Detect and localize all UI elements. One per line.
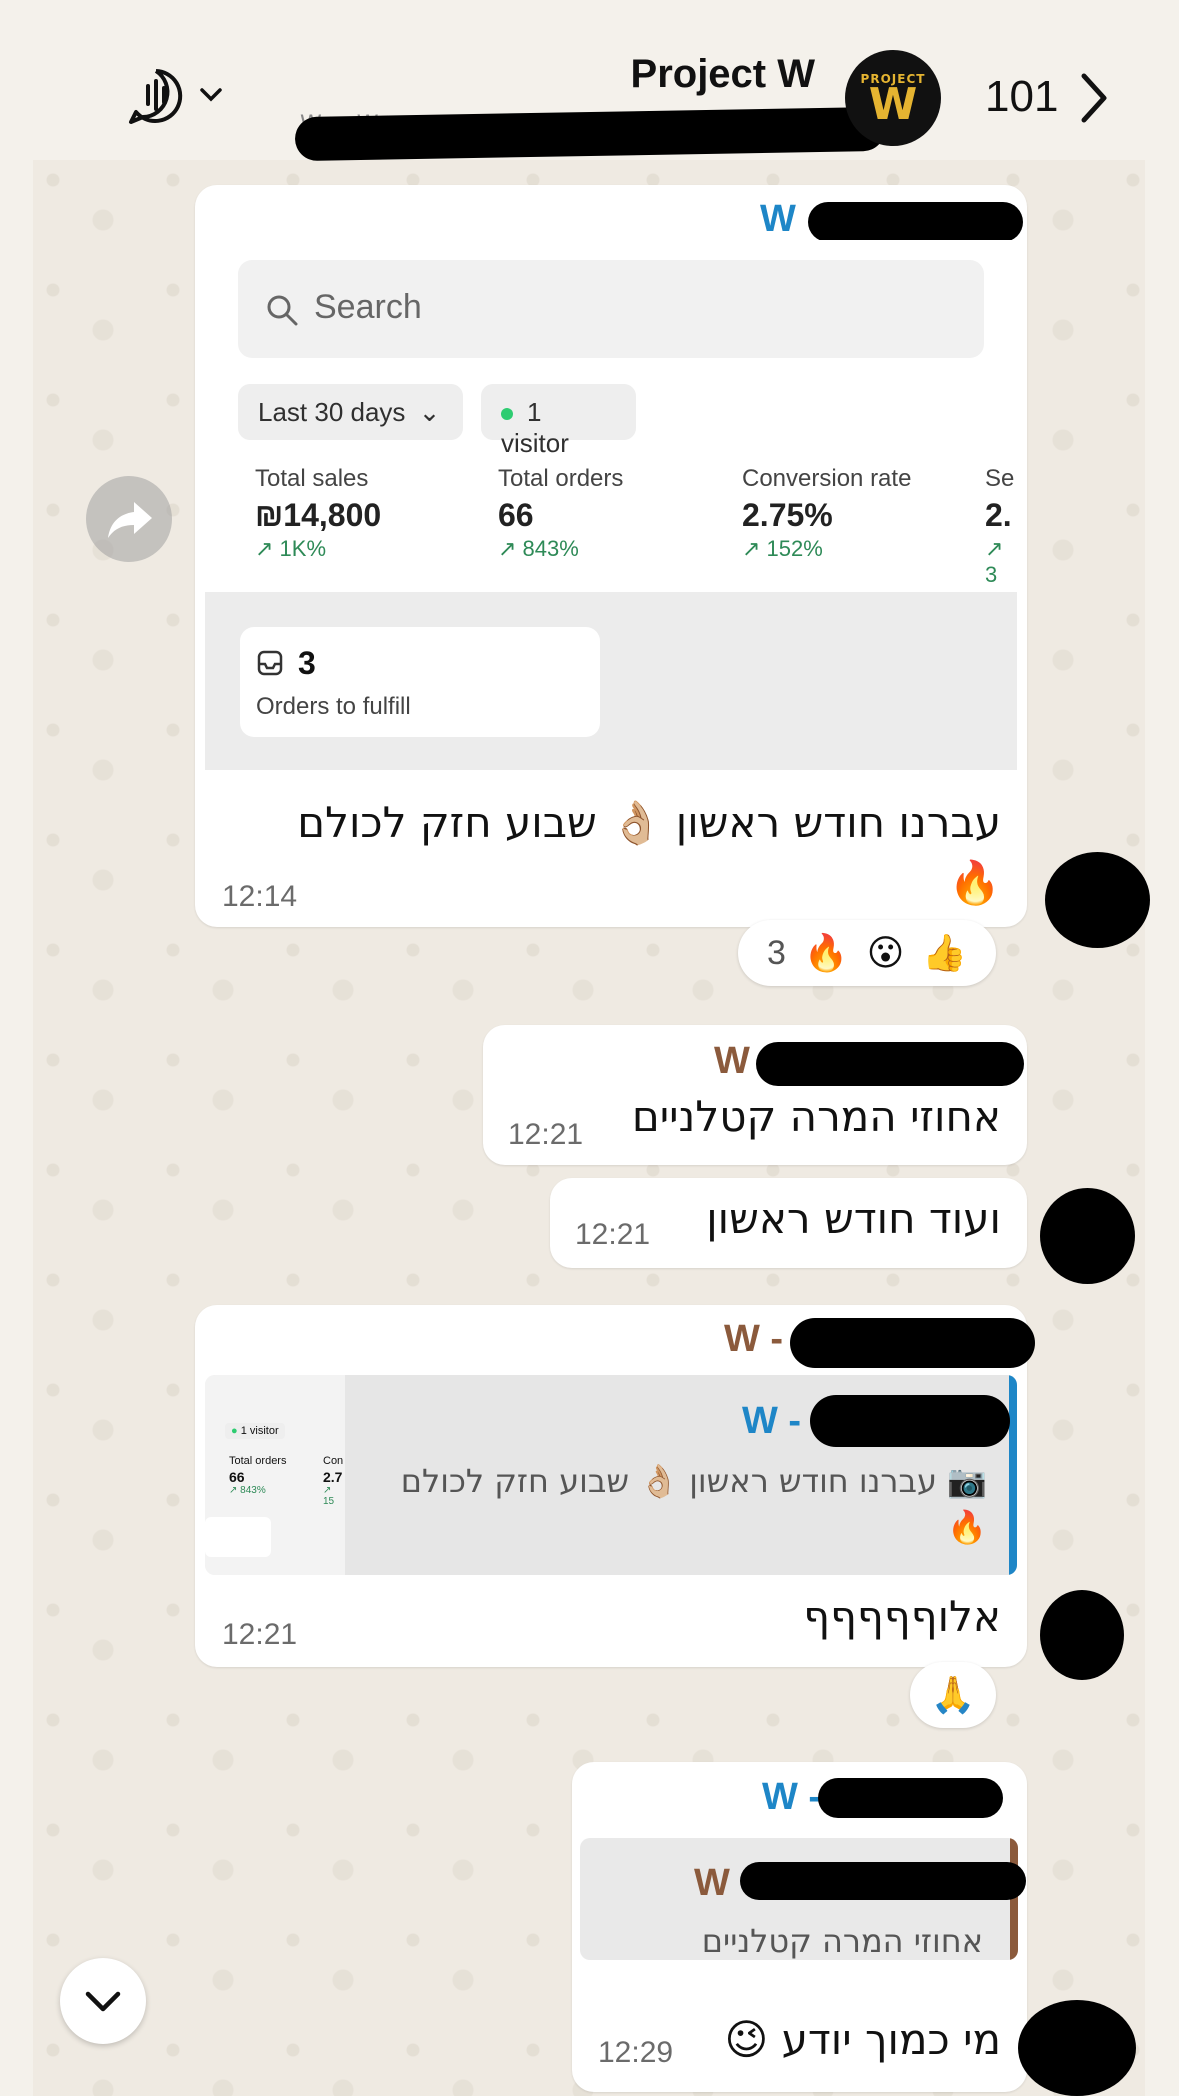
message-reactions[interactable]: 3 🔥 😮 👍: [738, 920, 996, 986]
orders-to-fulfill-card: 3 Orders to fulfill: [240, 627, 600, 737]
message-text: אלוףףףףף: [803, 1592, 1001, 1641]
redaction-mark: [810, 1395, 1010, 1447]
message-time: 12:21: [508, 1118, 584, 1151]
redaction-mark: [1045, 852, 1150, 948]
scroll-to-bottom-button[interactable]: [60, 1958, 146, 2044]
metric-label: Total orders: [498, 465, 624, 492]
quoted-image-thumbnail: ● 1 visitor Total orders 66 ↗ 843% Con 2…: [205, 1375, 345, 1575]
fire-emoji: 🔥: [803, 933, 849, 974]
chevron-down-icon: ⌄: [418, 397, 441, 427]
message-text: עברנו חודש ראשון 👌🏼 שבוע חזק לכולם: [297, 798, 1001, 847]
redaction-mark: [740, 1862, 1026, 1900]
quoted-text-line2: 🔥: [947, 1508, 987, 1546]
thumb-conv-value: 2.7: [323, 1469, 343, 1485]
thumb-visitors: ● 1 visitor: [225, 1423, 285, 1439]
metric-value: ₪14,800: [255, 497, 382, 533]
fulfill-count: 3: [298, 645, 316, 681]
date-filter-label: Last 30 days: [258, 397, 406, 427]
quote-accent-bar: [1009, 1375, 1017, 1575]
chat-header: Project W W ... W ... PROJECT W 101: [0, 0, 1179, 162]
voice-chat-icon[interactable]: [126, 66, 186, 126]
search-placeholder: Search: [314, 288, 422, 326]
group-title[interactable]: Project W: [631, 52, 815, 97]
quoted-sender: W -: [742, 1400, 802, 1442]
redaction-mark: [1040, 1188, 1135, 1284]
message-time: 12:21: [222, 1618, 298, 1651]
message-text: אחוזי המרה קטלניים: [631, 1092, 1001, 1141]
fulfill-label: Orders to fulfill: [256, 693, 411, 720]
metric-conversion-rate: Conversion rate 2.75% ↗ 152%: [742, 465, 911, 562]
reaction-count: 3: [766, 933, 786, 972]
metric-total-sales: Total sales ₪14,800 ↗ 1K%: [255, 465, 381, 562]
quoted-sender: W: [694, 1862, 730, 1904]
metric-total-orders: Total orders 66 ↗ 843%: [498, 465, 623, 562]
message-text: ועוד חודש ראשון: [706, 1194, 1001, 1243]
redaction-mark: [756, 1042, 1024, 1086]
group-avatar[interactable]: PROJECT W: [845, 50, 941, 146]
surprised-emoji: 😮: [866, 932, 905, 974]
visitors-label: 1 visitor: [501, 397, 569, 458]
dashboard-lower-panel: 3 Orders to fulfill: [205, 592, 1017, 770]
thumb-orders-value: 66: [229, 1469, 245, 1485]
forward-icon: [108, 502, 152, 538]
date-filter: Last 30 days ⌄: [238, 384, 463, 440]
chevron-down-icon: [85, 1991, 121, 2012]
message-time: 12:21: [575, 1218, 651, 1251]
thumb-conv-label: Con: [323, 1455, 344, 1467]
metric-value: 66: [498, 497, 534, 533]
metric-label: Conversion rate: [742, 465, 912, 492]
metric-change: ↗ 152%: [742, 536, 823, 561]
metric-change: ↗ 1K%: [255, 536, 327, 561]
redaction-mark: [1040, 1590, 1124, 1680]
message-sender: W -: [724, 1318, 784, 1360]
chevron-down-icon[interactable]: [196, 80, 226, 110]
message-sender: W: [760, 198, 796, 240]
chevron-right-icon[interactable]: [1076, 70, 1112, 126]
pray-emoji: 🙏: [930, 1675, 976, 1716]
search-bar: Search: [238, 260, 984, 358]
message-text: מי כמוך יודע 😉: [724, 2015, 1001, 2064]
message-time: 12:14: [222, 880, 298, 913]
thumb-card: [205, 1517, 271, 1557]
metric-value: 2.75%: [742, 497, 833, 533]
redaction-mark: [790, 1318, 1035, 1368]
metric-change: ↗ 3: [985, 536, 1004, 587]
redaction-mark: [1018, 2000, 1136, 2096]
shared-image-dashboard[interactable]: Search Last 30 days ⌄ 1 visitor Total sa…: [205, 240, 1017, 770]
thumb-orders-change: ↗ 843%: [229, 1485, 266, 1496]
inbox-icon: [257, 650, 283, 676]
redaction-mark: [818, 1778, 1003, 1818]
metric-label: Se: [985, 465, 1015, 492]
metric-cut-off: Se 2. ↗ 3: [985, 465, 1017, 588]
redaction-mark: [294, 106, 886, 162]
thumbs-up-emoji: 👍: [922, 933, 968, 974]
live-dot-icon: [501, 408, 513, 421]
unread-count[interactable]: 101: [985, 72, 1058, 122]
avatar-brand-letter: W: [868, 79, 918, 130]
search-icon: [267, 295, 298, 326]
metric-change: ↗ 843%: [498, 536, 579, 561]
message-reaction[interactable]: 🙏: [910, 1662, 996, 1728]
thumb-orders-label: Total orders: [229, 1455, 287, 1467]
visitors-badge: 1 visitor: [481, 384, 636, 458]
metric-label: Total sales: [255, 465, 369, 492]
message-text-line2: 🔥: [948, 858, 1001, 907]
metric-value: 2.: [985, 497, 1012, 533]
thumb-conv-change: ↗ 15: [323, 1485, 335, 1507]
quoted-text: 📷 עברנו חודש ראשון 👌🏼 שבוע חזק לכולם: [400, 1462, 987, 1500]
message-sender: W: [714, 1040, 750, 1082]
message-sender: W -: [762, 1776, 822, 1818]
thumb-visitors-label: 1 visitor: [240, 1425, 279, 1437]
forward-button[interactable]: [86, 476, 172, 562]
quoted-text: אחוזי המרה קטלניים: [701, 1922, 983, 1960]
message-time: 12:29: [598, 2036, 674, 2069]
redaction-mark: [808, 202, 1023, 242]
